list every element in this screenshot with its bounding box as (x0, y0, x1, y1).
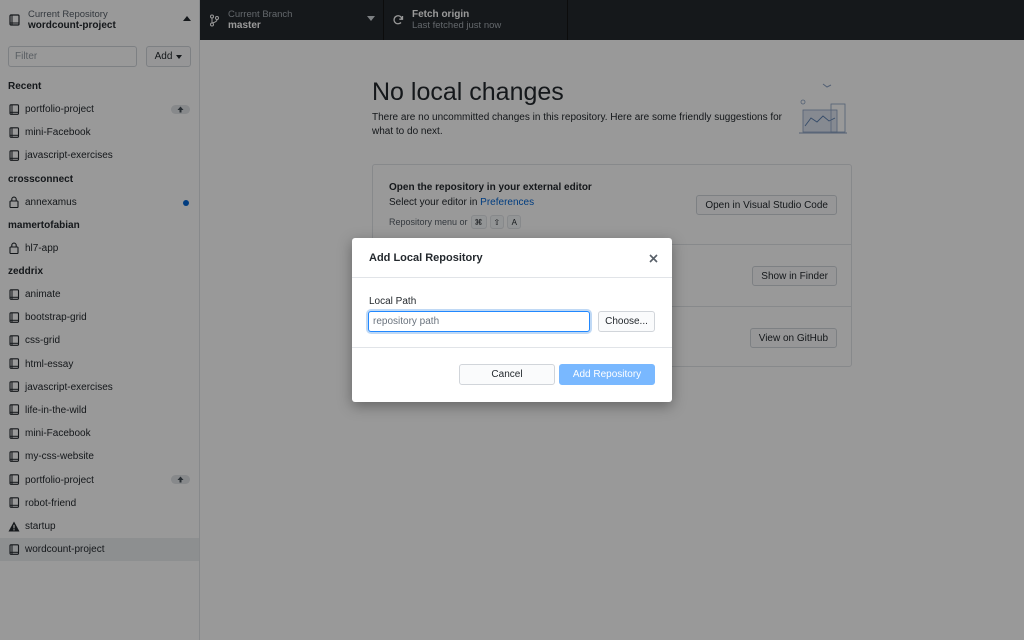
add-repository-button[interactable]: Add Repository (559, 364, 655, 385)
dialog-title: Add Local Repository (369, 252, 483, 264)
dialog-header: Add Local Repository (352, 238, 672, 278)
choose-button[interactable]: Choose... (598, 311, 655, 332)
dialog-body: Local Path Choose... (352, 278, 672, 348)
dialog-footer: Cancel Add Repository (352, 348, 672, 402)
local-path-input[interactable] (368, 311, 590, 332)
close-icon[interactable] (645, 250, 661, 266)
local-path-label: Local Path (369, 296, 417, 307)
add-local-repository-dialog: Add Local Repository Local Path Choose..… (352, 238, 672, 402)
cancel-button[interactable]: Cancel (459, 364, 555, 385)
